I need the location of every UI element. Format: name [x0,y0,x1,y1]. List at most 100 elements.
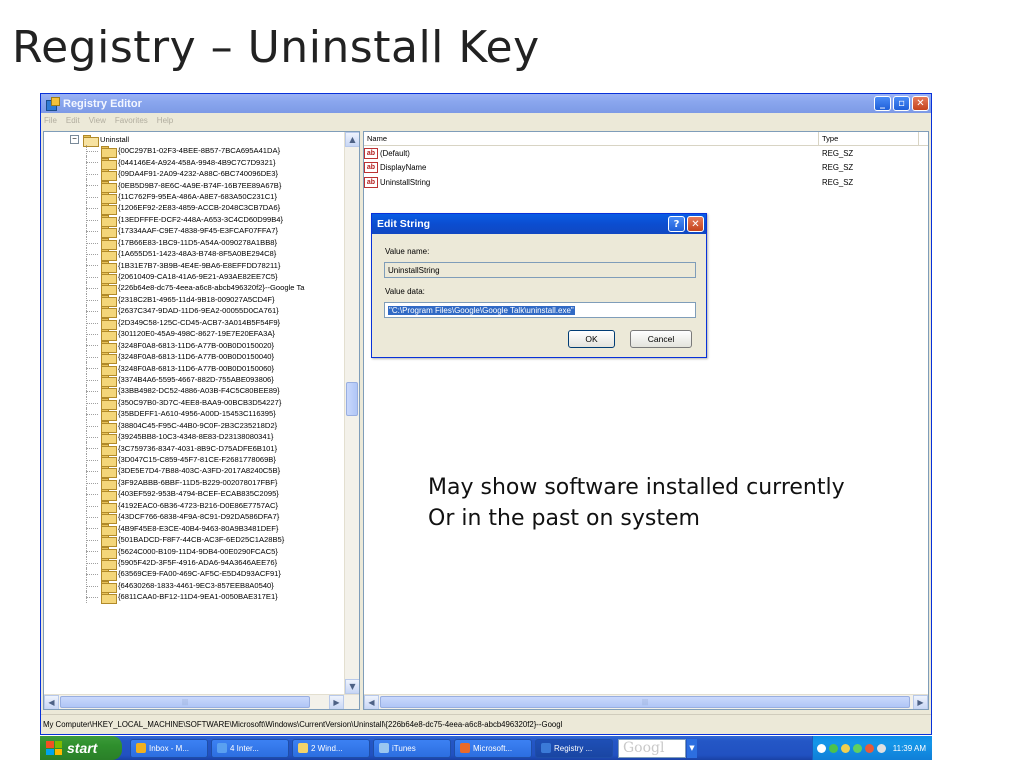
maximize-button[interactable]: ▫ [893,96,910,111]
tree-item-key[interactable]: {301120E0-45A9-498C-8627-19E7E20EFA3A} [44,328,344,342]
tree-item-uninstall[interactable]: − Uninstall [44,133,344,147]
tree-horizontal-scrollbar[interactable]: ◀ ||| ▶ [44,694,359,709]
tree-item-key[interactable]: {0EB5D9B7-8E6C-4A9E-B74F-16B7EE89A67B} [44,179,344,193]
tray-icon-people[interactable] [852,743,862,753]
scroll-right-icon[interactable]: ▶ [913,695,928,709]
tree-item-key[interactable]: {38804C45-F95C-44B0-9C0F-2B3C235218D2} [44,419,344,433]
dialog-close-button[interactable]: ✕ [687,216,704,232]
values-horizontal-scrollbar[interactable]: ◀ ||| ▶ [364,694,928,709]
tree-item-key[interactable]: {43DCF766-6838-4F9A-8C91-D92DA586DFA7} [44,511,344,525]
scroll-left-icon[interactable]: ◀ [364,695,379,709]
tree-item-key[interactable]: {5905F42D-3F5F-4916-ADA6-94A3646AEE76} [44,556,344,570]
value-row[interactable]: ab DisplayName REG_SZ [364,161,928,176]
value-data-field[interactable]: "C:\Program Files\Google\Google Talk\uni… [384,302,696,318]
folder-icon [101,466,117,479]
tree-scroll-thumb[interactable] [346,382,358,416]
taskbar-item[interactable]: Inbox - M... [130,738,208,758]
tree-item-key[interactable]: {4B9F45E8-E3CE-40B4-9463-80A9B3481DEF} [44,522,344,536]
taskbar-item[interactable]: 4 Inter... [211,738,289,758]
scroll-right-icon[interactable]: ▶ [329,695,344,709]
tree-item-key[interactable]: {63569CE9-FA00-469C-AF5C-E5D4D93ACF91} [44,568,344,582]
value-row[interactable]: ab (Default) REG_SZ [364,146,928,161]
value-data-text[interactable]: "C:\Program Files\Google\Google Talk\uni… [388,305,575,315]
tree-item-key[interactable]: {2D349C58-125C-CD45-ACB7-3A014B5F54F9} [44,316,344,330]
scroll-up-icon[interactable]: ▲ [345,132,359,147]
taskbar-item[interactable]: Registry ... [535,738,613,758]
tree-item-key[interactable]: {11C762F9-95EA-486A-A8E7-683A50C231C1} [44,190,344,204]
tree-item-key[interactable]: {2318C2B1-4965-11d4-9B18-009027A5CD4F} [44,293,344,307]
taskbar-item[interactable]: Microsoft... [454,738,532,758]
taskbar-item[interactable]: 2 Wind... [292,738,370,758]
tree-item-key[interactable]: {350C97B0-3D7C-4EE8-BAA9-00BCB3D54227} [44,396,344,410]
collapse-icon[interactable]: − [70,134,79,144]
tree-item-key[interactable]: {3374B4A6-5595-4667-882D-755ABE093806} [44,373,344,387]
tree-item-key[interactable]: {403EF592-953B-4794-BCEF-ECAB835C2095} [44,488,344,502]
tree-item-label: {3374B4A6-5595-4667-882D-755ABE093806} [118,374,274,384]
menu-view[interactable]: View [89,116,106,125]
tree-item-key[interactable]: {00C297B1-02F3-4BEE-8B57-7BCA695A41DA} [44,145,344,159]
tree-item-key[interactable]: {3D047C15-C859-45F7-81CE-F2681778069B} [44,453,344,468]
tray-icon-network[interactable] [816,743,826,753]
tray-icon-volume[interactable] [876,743,886,753]
menu-favorites[interactable]: Favorites [115,116,148,125]
menu-help[interactable]: Help [157,116,173,125]
ok-button[interactable]: OK [568,330,615,348]
cancel-button[interactable]: Cancel [630,330,692,348]
tree-item-key[interactable]: {09DA4F91-2A09-4232-A88C-6BC740096DE3} [44,167,344,182]
taskbar-item[interactable]: iTunes [373,738,451,758]
folder-icon [101,283,117,296]
tree-item-key[interactable]: {226b64e8-dc75-4eea-a6c8-abcb496320f2}--… [44,282,344,296]
tree-item-key[interactable]: {39245BB8-10C3-4348-8E83-D23138080341} [44,430,344,445]
tree-item-key[interactable]: {17B66E83-1BC9-11D5-A54A-0090278A1BB8} [44,236,344,250]
folder-icon [101,455,117,468]
folder-icon [101,443,117,456]
tree-item-key[interactable]: {3248F0A8-6813-11D6-A77B-00B0D0150060} [44,362,344,376]
scroll-left-icon[interactable]: ◀ [44,695,59,709]
dialog-titlebar[interactable]: Edit String ? ✕ [372,214,706,234]
column-header-name[interactable]: Name [364,132,819,145]
tray-icon-security[interactable] [864,743,874,753]
tray-icon-messenger[interactable] [840,743,850,753]
tree-item-key[interactable]: {044146E4-A924-458A-9948-4B9C7C7D9321} [44,156,344,170]
tree-item-key[interactable]: {3DE5E7D4-7B88-403C-A3FD-2017A8240C5B} [44,465,344,479]
tray-icon-status[interactable] [828,743,838,753]
menu-edit[interactable]: Edit [66,116,80,125]
tree-item-key[interactable]: {20610409-CA18-41A6-9E21-A93AE82EE7C5} [44,270,344,285]
tree-item-key[interactable]: {33BB4982-DC52-4886-A03B-F4C5C80BEE89} [44,385,344,399]
tree-item-key[interactable]: {4192EAC0-6B36-4723-B216-D0E86E7757AC} [44,499,344,513]
tree-item-key[interactable]: {6811CAA0-BF12-11D4-9EA1-0050BAE317E1} [44,591,344,605]
folder-icon [101,214,117,227]
tree-item-key[interactable]: {1206EF92-2E83-4859-ACCB-2048C3CB7DA6} [44,202,344,216]
tree-item-key[interactable]: {35BDEFF1-A610-4956-A00D-15453C116395} [44,408,344,422]
taskbar-item-label: 2 Wind... [311,743,343,753]
menu-file[interactable]: File [44,116,57,125]
minimize-button[interactable]: _ [874,96,891,111]
registry-editor-icon [45,96,60,111]
tree-item-label: {3248F0A8-6813-11D6-A77B-00B0D0150040} [118,352,275,362]
value-row[interactable]: ab UninstallString REG_SZ [364,175,928,190]
start-button[interactable]: start [40,736,122,760]
tree-item-key[interactable]: {3248F0A8-6813-11D6-A77B-00B0D0150040} [44,350,344,365]
tree-item-key[interactable]: {64630268-1833-4461-9EC3-857EEB8A0540} [44,579,344,593]
slide-title: Registry – Uninstall Key [12,22,540,73]
help-button[interactable]: ? [668,216,685,232]
column-header-type[interactable]: Type [819,132,919,145]
tree-item-key[interactable]: {3F92ABBB-6BBF-11D5-B229-002078017FBF} [44,476,344,490]
tree-item-key[interactable]: {501BADCD-F8F7-44CB-AC3F-6ED25C1A28B5} [44,533,344,548]
scroll-down-icon[interactable]: ▼ [345,679,359,694]
tree-vertical-scrollbar[interactable]: ▲ ▼ [344,132,359,709]
tree-item-key[interactable]: {3248F0A8-6813-11D6-A77B-00B0D0150020} [44,339,344,353]
values-hscroll-thumb[interactable]: ||| [380,696,910,708]
tree-item-key[interactable]: {1A655D51-1423-48A3-B748-8F5A0BE294C8} [44,247,344,262]
tree-item-key[interactable]: {1B31E7B7-3B9B-4E4E-9BA6-E8EFFDD78211} [44,259,344,273]
tree-item-key[interactable]: {2637C347-9DAD-11D6-9EA2-00055D0CA761} [44,305,344,319]
tree-item-key[interactable]: {3C759736-8347-4031-8B9C-D75ADFE6B101} [44,442,344,456]
tree-hscroll-thumb[interactable]: ||| [60,696,310,708]
tree-item-key[interactable]: {13EDFFFE-DCF2-448A-A653-3C4CD60D99B4} [44,213,344,227]
tree-item-key[interactable]: {17334AAF-C9E7-4838-9F45-E3FCAF07FFA7} [44,225,344,239]
window-titlebar[interactable]: Registry Editor _ ▫ ✕ [41,94,931,113]
google-toolbar-search[interactable]: Googl [618,738,686,758]
close-button[interactable]: ✕ [912,96,929,111]
google-dropdown-icon[interactable]: ▼ [687,738,697,758]
tree-item-key[interactable]: {5624C000-B109-11D4-9DB4-00E0290FCAC5} [44,545,344,559]
